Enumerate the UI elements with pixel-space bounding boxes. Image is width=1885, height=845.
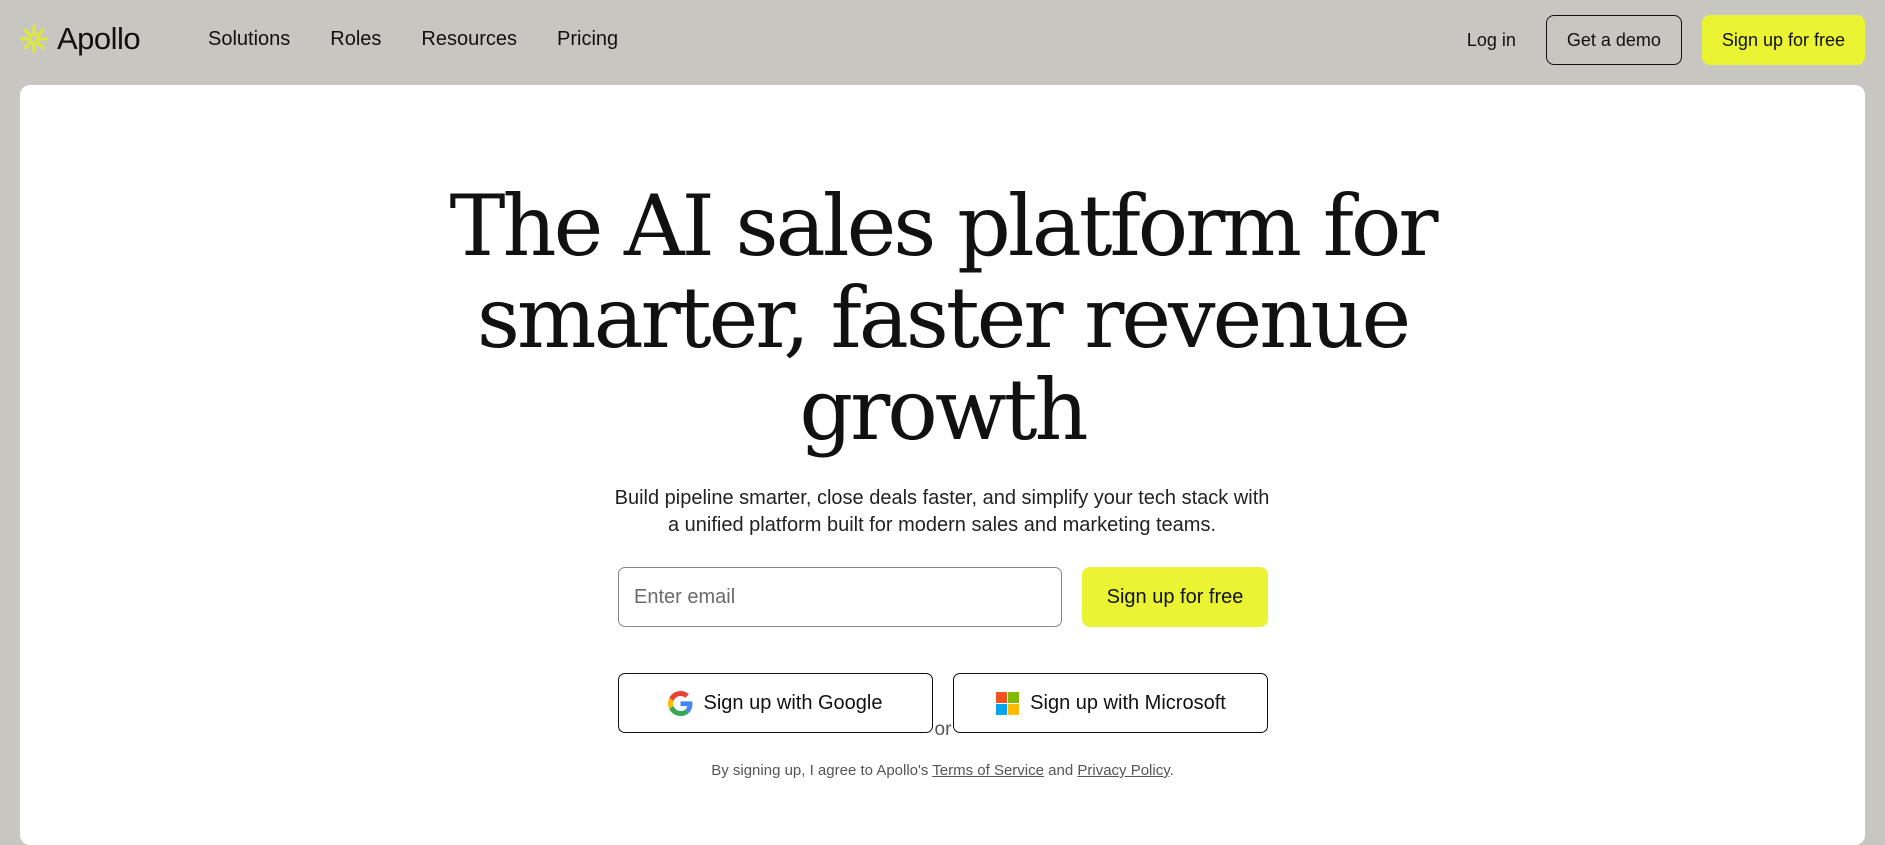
terms-prefix: By signing up, I agree to Apollo's: [711, 762, 933, 779]
nav-link-resources[interactable]: Resources: [421, 25, 517, 54]
email-signup-button[interactable]: Sign up for free: [1082, 567, 1268, 627]
google-signup-label: Sign up with Google: [703, 691, 883, 714]
terms-suffix: .: [1169, 762, 1174, 779]
google-signup-button[interactable]: Sign up with Google: [618, 673, 933, 733]
nav-actions: Log in Get a demo Sign up for free: [1467, 15, 1865, 65]
email-input[interactable]: [618, 567, 1062, 627]
nav-link-solutions[interactable]: Solutions: [208, 25, 290, 54]
hero-title: The AI sales platform for smarter, faste…: [20, 180, 1865, 456]
hero-title-line: smarter, faster revenue: [476, 269, 1411, 367]
nav-signup-button[interactable]: Sign up for free: [1701, 15, 1865, 65]
apollo-logo[interactable]: Apollo: [19, 20, 141, 58]
nav-link-roles[interactable]: Roles: [330, 25, 381, 54]
logo-wordmark: Apollo: [57, 21, 141, 56]
hero-subtitle: Build pipeline smarter, close deals fast…: [592, 485, 1292, 539]
terms-middle: and: [1043, 762, 1078, 779]
microsoft-signup-button[interactable]: Sign up with Microsoft: [953, 673, 1268, 733]
privacy-policy-link[interactable]: Privacy Policy: [1077, 762, 1169, 779]
microsoft-icon: [996, 691, 1020, 715]
hero-subtitle-line: a unified platform built for modern sale…: [667, 514, 1217, 536]
primary-nav: Solutions Roles Resources Pricing: [208, 25, 658, 54]
terms-of-service-link[interactable]: Terms of Service: [932, 762, 1044, 779]
microsoft-signup-label: Sign up with Microsoft: [1030, 691, 1226, 714]
get-demo-button[interactable]: Get a demo: [1545, 15, 1682, 65]
hero-subtitle-line: Build pipeline smarter, close deals fast…: [614, 487, 1270, 509]
hero-card: The AI sales platform for smarter, faste…: [20, 85, 1865, 845]
login-link[interactable]: Log in: [1467, 30, 1516, 51]
email-signup-form: Sign up for free: [618, 567, 1268, 627]
hero-title-line: The AI sales platform for: [449, 177, 1438, 275]
nav-link-pricing[interactable]: Pricing: [557, 25, 618, 54]
apollo-sunburst-icon: [19, 24, 49, 54]
google-icon: [668, 690, 693, 716]
top-navigation: Apollo Solutions Roles Resources Pricing…: [0, 0, 1885, 80]
hero-title-line: growth: [799, 361, 1088, 459]
social-signup-buttons: Sign up with Google Sign up with Microso…: [618, 673, 1268, 733]
terms-notice: By signing up, I agree to Apollo's Terms…: [20, 762, 1865, 779]
